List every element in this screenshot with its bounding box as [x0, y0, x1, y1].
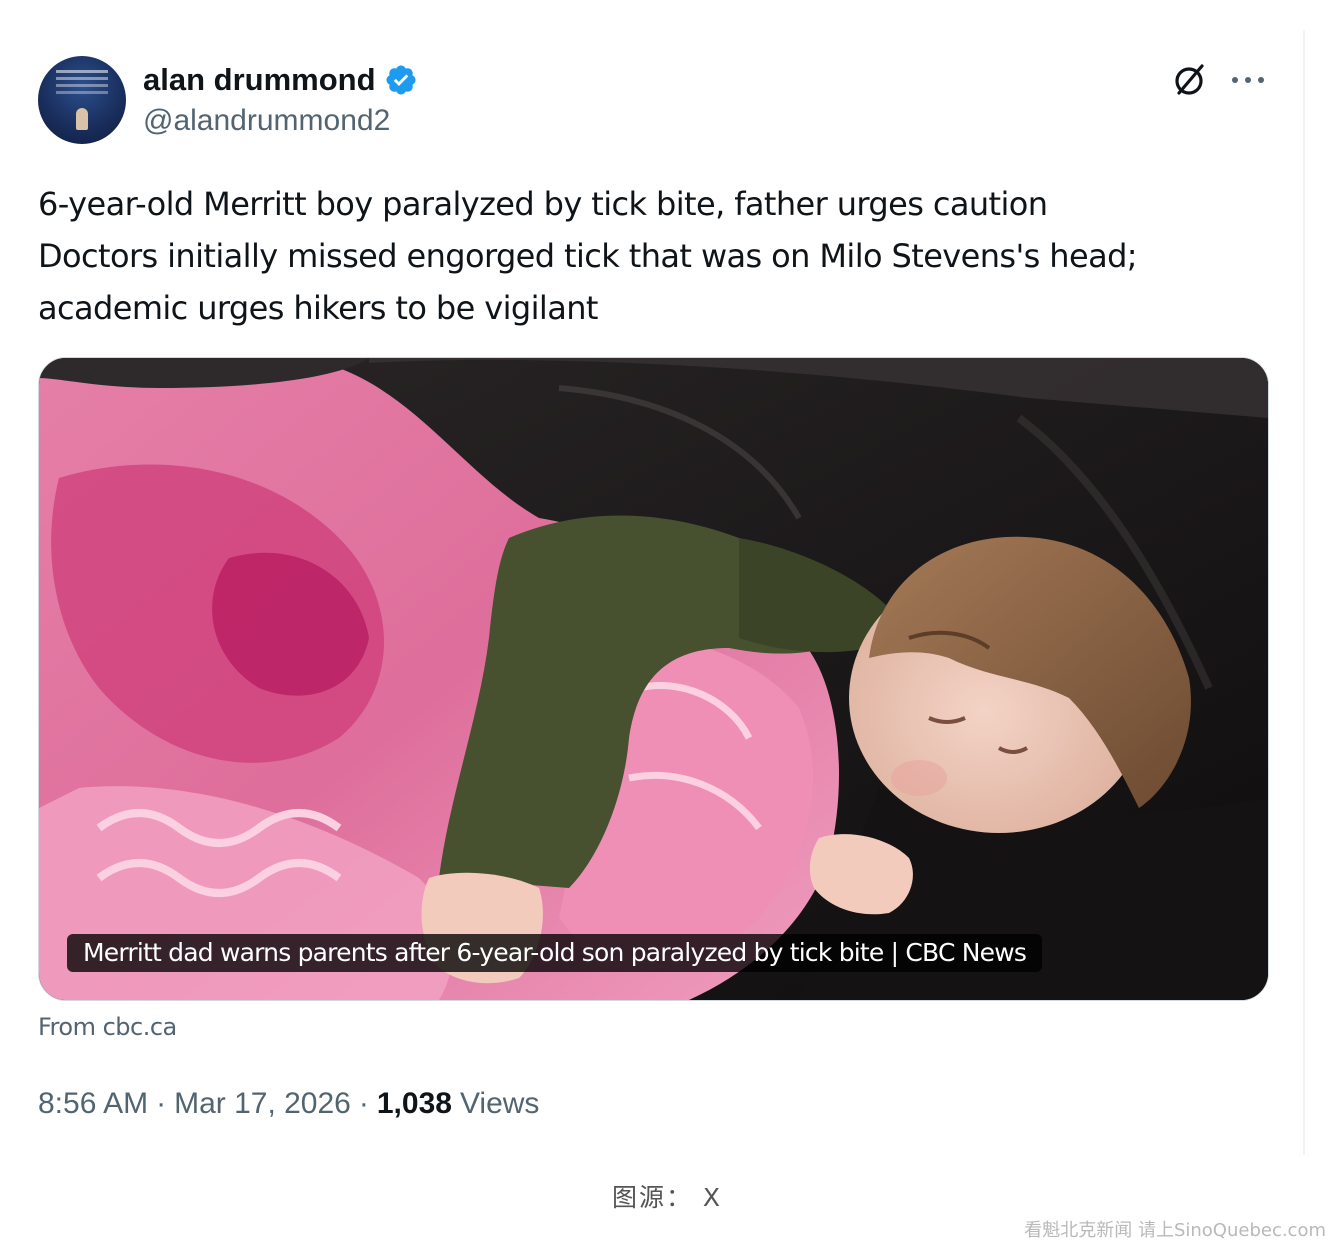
avatar-figure — [76, 108, 88, 130]
views-count: 1,038 — [376, 1087, 452, 1120]
tweet-text-line: academic urges hikers to be vigilant — [38, 289, 598, 327]
tweet-text-line: 6-year-old Merritt boy paralyzed by tick… — [38, 185, 1048, 223]
more-options-icon[interactable] — [1226, 60, 1270, 100]
tweet-text-line: Doctors initially missed engorged tick t… — [38, 237, 1138, 275]
author-display-name[interactable]: alan drummond — [143, 62, 376, 98]
verified-badge-icon[interactable] — [384, 63, 418, 97]
author-name-row[interactable]: alan drummond — [143, 60, 418, 100]
meta-separator: · — [156, 1087, 167, 1120]
meta-separator: · — [358, 1087, 369, 1120]
tweet-text: 6-year-old Merritt boy paralyzed by tick… — [38, 178, 1258, 334]
avatar[interactable] — [38, 56, 126, 144]
image-credit: 图源： X — [611, 1183, 723, 1212]
sleeping-child-photo — [39, 358, 1268, 1000]
tweet-time[interactable]: 8:56 AM — [38, 1087, 148, 1121]
tweet-meta: 8:56 AM · Mar 17, 2026 · 1,038 Views — [38, 1083, 539, 1125]
tweet-date[interactable]: Mar 17, 2026 — [174, 1087, 351, 1121]
avatar-text-lines — [56, 70, 108, 73]
grok-icon[interactable] — [1170, 60, 1210, 100]
author-handle[interactable]: @alandrummond2 — [143, 104, 390, 138]
views-label: Views — [459, 1087, 540, 1120]
site-watermark: 看魁北克新闻 请上SinoQuebec.com — [1024, 1220, 1326, 1241]
timeline-border — [1303, 30, 1305, 1155]
link-card-image[interactable]: Merritt dad warns parents after 6-year-o… — [38, 357, 1269, 1001]
link-card-caption[interactable]: Merritt dad warns parents after 6-year-o… — [67, 934, 1043, 972]
link-card-source[interactable]: From cbc.ca — [38, 1013, 177, 1041]
